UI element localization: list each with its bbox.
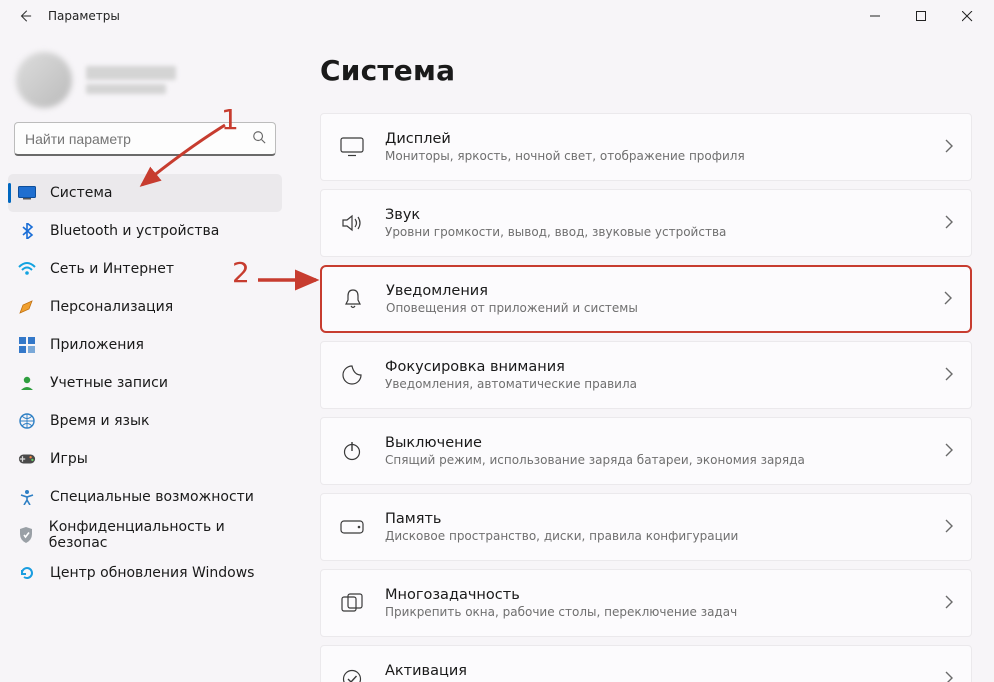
chevron-right-icon	[944, 594, 953, 613]
sidebar-item-system[interactable]: Система	[8, 174, 282, 212]
search-wrap	[8, 122, 282, 156]
card-title: Выключение	[385, 435, 924, 451]
card-activation[interactable]: АктивацияСостояние активации, подписки, …	[320, 645, 972, 682]
sidebar-item-timelang[interactable]: Время и язык	[8, 402, 282, 440]
card-body: Звук Уровни громкости, вывод, ввод, звуко…	[385, 207, 924, 239]
profile-text	[86, 66, 176, 94]
nav-list: Система Bluetooth и устройства Сеть и Инте…	[8, 174, 282, 592]
card-title: Дисплей	[385, 131, 924, 147]
close-button[interactable]	[944, 0, 990, 32]
timelang-icon	[18, 412, 36, 430]
focus-icon	[339, 362, 365, 388]
sidebar-item-label: Конфиденциальность и безопас	[49, 519, 272, 551]
search-icon	[252, 130, 266, 148]
accounts-icon	[18, 374, 36, 392]
multitask-icon	[339, 590, 365, 616]
sidebar-item-personalization[interactable]: Персонализация	[8, 288, 282, 326]
minimize-button[interactable]	[852, 0, 898, 32]
sidebar-item-label: Центр обновления Windows	[50, 565, 254, 581]
card-storage[interactable]: Память Дисковое пространство, диски, прав…	[320, 493, 972, 561]
card-list: Дисплей Мониторы, яркость, ночной свет, о…	[320, 113, 978, 682]
sidebar-item-bluetooth[interactable]: Bluetooth и устройства	[8, 212, 282, 250]
sidebar-item-label: Система	[50, 185, 112, 201]
maximize-button[interactable]	[898, 0, 944, 32]
personalization-icon	[18, 298, 36, 316]
card-body: Дисплей Мониторы, яркость, ночной свет, о…	[385, 131, 924, 163]
sidebar-item-label: Специальные возможности	[50, 489, 254, 505]
chevron-right-icon	[944, 518, 953, 537]
card-subtitle: Прикрепить окна, рабочие столы, переключ…	[385, 605, 924, 619]
privacy-icon	[18, 526, 35, 544]
card-title: Звук	[385, 207, 924, 223]
chevron-right-icon	[943, 290, 952, 309]
apps-icon	[18, 336, 36, 354]
sidebar-item-label: Время и язык	[50, 413, 149, 429]
card-body: Память Дисковое пространство, диски, прав…	[385, 511, 924, 543]
card-subtitle: Уровни громкости, вывод, ввод, звуковые …	[385, 225, 924, 239]
sidebar-item-label: Bluetooth и устройства	[50, 223, 219, 239]
sidebar-item-accounts[interactable]: Учетные записи	[8, 364, 282, 402]
card-subtitle: Мониторы, яркость, ночной свет, отображе…	[385, 149, 924, 163]
card-power[interactable]: Выключение Спящий режим, использование за…	[320, 417, 972, 485]
sidebar-item-privacy[interactable]: Конфиденциальность и безопас	[8, 516, 282, 554]
card-title: Многозадачность	[385, 587, 924, 603]
card-sound[interactable]: Звук Уровни громкости, вывод, ввод, звуко…	[320, 189, 972, 257]
chevron-right-icon	[944, 138, 953, 157]
titlebar: Параметры	[0, 0, 994, 32]
card-body: Многозадачность Прикрепить окна, рабочие …	[385, 587, 924, 619]
profile-block[interactable]	[8, 48, 282, 122]
sidebar-item-accessibility[interactable]: Специальные возможности	[8, 478, 282, 516]
activation-icon	[339, 666, 365, 682]
card-subtitle: Уведомления, автоматические правила	[385, 377, 924, 391]
card-subtitle: Оповещения от приложений и системы	[386, 301, 923, 315]
bluetooth-icon	[18, 222, 36, 240]
main-content: Система Дисплей Мониторы, яркость, ночной…	[290, 32, 994, 682]
sidebar-item-network[interactable]: Сеть и Интернет	[8, 250, 282, 288]
card-body: Выключение Спящий режим, использование за…	[385, 435, 924, 467]
storage-icon	[339, 514, 365, 540]
sidebar-item-label: Игры	[50, 451, 88, 467]
gaming-icon	[18, 450, 36, 468]
display-icon	[339, 134, 365, 160]
sidebar-item-gaming[interactable]: Игры	[8, 440, 282, 478]
sidebar-item-update[interactable]: Центр обновления Windows	[8, 554, 282, 592]
window-title: Параметры	[48, 9, 120, 23]
card-focus[interactable]: Фокусировка внимания Уведомления, автомат…	[320, 341, 972, 409]
chevron-right-icon	[944, 214, 953, 233]
avatar	[16, 52, 72, 108]
card-title: Уведомления	[386, 283, 923, 299]
sidebar-item-label: Персонализация	[50, 299, 173, 315]
network-icon	[18, 260, 36, 278]
update-icon	[18, 564, 36, 582]
card-display[interactable]: Дисплей Мониторы, яркость, ночной свет, о…	[320, 113, 972, 181]
search-input[interactable]	[14, 122, 276, 156]
chevron-right-icon	[944, 670, 953, 682]
card-body: Уведомления Оповещения от приложений и си…	[386, 283, 923, 315]
chevron-right-icon	[944, 366, 953, 385]
notifications-icon	[340, 286, 366, 312]
card-notifications[interactable]: Уведомления Оповещения от приложений и си…	[320, 265, 972, 333]
card-subtitle: Дисковое пространство, диски, правила ко…	[385, 529, 924, 543]
card-body: АктивацияСостояние активации, подписки, …	[385, 663, 924, 682]
sound-icon	[339, 210, 365, 236]
sidebar: Система Bluetooth и устройства Сеть и Инте…	[0, 32, 290, 682]
card-title: Память	[385, 511, 924, 527]
card-subtitle: Спящий режим, использование заряда батар…	[385, 453, 924, 467]
sidebar-item-label: Сеть и Интернет	[50, 261, 174, 277]
window-controls	[852, 0, 990, 32]
sidebar-item-label: Приложения	[50, 337, 144, 353]
sidebar-item-label: Учетные записи	[50, 375, 168, 391]
card-title: Фокусировка внимания	[385, 359, 924, 375]
system-icon	[18, 184, 36, 202]
power-icon	[339, 438, 365, 464]
card-multitask[interactable]: Многозадачность Прикрепить окна, рабочие …	[320, 569, 972, 637]
back-button[interactable]	[14, 5, 36, 27]
sidebar-item-apps[interactable]: Приложения	[8, 326, 282, 364]
accessibility-icon	[18, 488, 36, 506]
card-body: Фокусировка внимания Уведомления, автомат…	[385, 359, 924, 391]
chevron-right-icon	[944, 442, 953, 461]
card-title: Активация	[385, 663, 924, 679]
page-title: Система	[320, 54, 978, 87]
